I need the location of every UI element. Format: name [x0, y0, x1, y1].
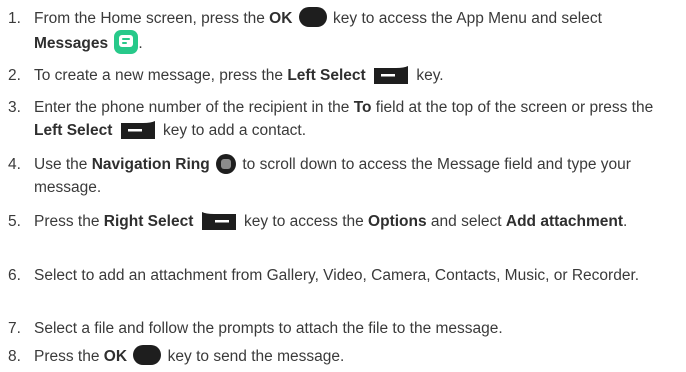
step-number: 1. — [8, 10, 21, 27]
step-text: From the Home screen, press the — [34, 10, 270, 27]
step-text: key. — [416, 67, 444, 84]
step-2: 2. To create a new message, press the Le… — [8, 64, 678, 87]
step-text: Enter the phone number of the recipient … — [34, 99, 354, 116]
step-number: 2. — [8, 67, 21, 84]
ok-key-label: OK — [103, 348, 128, 365]
step-text: Select a file and follow the prompts to … — [34, 320, 503, 337]
options-label: Options — [368, 213, 427, 230]
ok-key-icon — [298, 7, 327, 27]
step-text: and select — [426, 213, 506, 230]
step-5: 5. Press the Right Select key to access … — [8, 210, 678, 233]
navigation-ring-label: Navigation Ring — [91, 156, 210, 173]
messages-label: Messages — [34, 35, 109, 52]
messages-app-icon — [114, 30, 139, 54]
step-text: key to access the App Menu and select — [333, 10, 602, 27]
left-select-key-icon — [374, 66, 409, 84]
step-4: 4. Use the Navigation Ring to scroll dow… — [8, 153, 678, 199]
step-number: 4. — [8, 156, 21, 173]
step-text: field at the top of the screen or press … — [371, 99, 654, 116]
step-text: . — [138, 35, 143, 52]
step-text: Select to add an attachment from Gallery… — [34, 267, 640, 284]
to-label: To — [353, 99, 372, 116]
right-select-key-icon — [201, 212, 236, 230]
left-select-key-icon — [120, 121, 155, 139]
step-text: key to add a contact. — [163, 122, 307, 139]
step-number: 6. — [8, 267, 21, 284]
step-8: 8. Press the OK key to send the message. — [8, 345, 678, 368]
step-number: 5. — [8, 213, 21, 230]
step-number: 7. — [8, 320, 21, 337]
step-text: key to access the — [243, 213, 369, 230]
step-7: 7. Select a file and follow the prompts … — [8, 317, 678, 340]
step-text: To create a new message, press the — [34, 67, 288, 84]
step-text: key to send the message. — [167, 348, 345, 365]
left-select-label: Left Select — [34, 122, 113, 139]
step-number: 3. — [8, 99, 21, 116]
step-3: 3. Enter the phone number of the recipie… — [8, 96, 678, 142]
ok-key-icon — [133, 345, 162, 365]
step-text: . — [623, 213, 628, 230]
step-text: Press the — [34, 213, 104, 230]
step-1: 1. From the Home screen, press the OK ke… — [8, 7, 678, 55]
navigation-ring-icon — [216, 154, 237, 174]
step-text: Press the — [34, 348, 104, 365]
step-text: Use the — [34, 156, 92, 173]
step-6: 6. Select to add an attachment from Gall… — [8, 264, 678, 287]
step-number: 8. — [8, 348, 21, 365]
add-attachment-label: Add attachment — [505, 213, 624, 230]
left-select-label: Left Select — [287, 67, 366, 84]
ok-key-label: OK — [269, 10, 293, 27]
right-select-label: Right Select — [103, 213, 194, 230]
